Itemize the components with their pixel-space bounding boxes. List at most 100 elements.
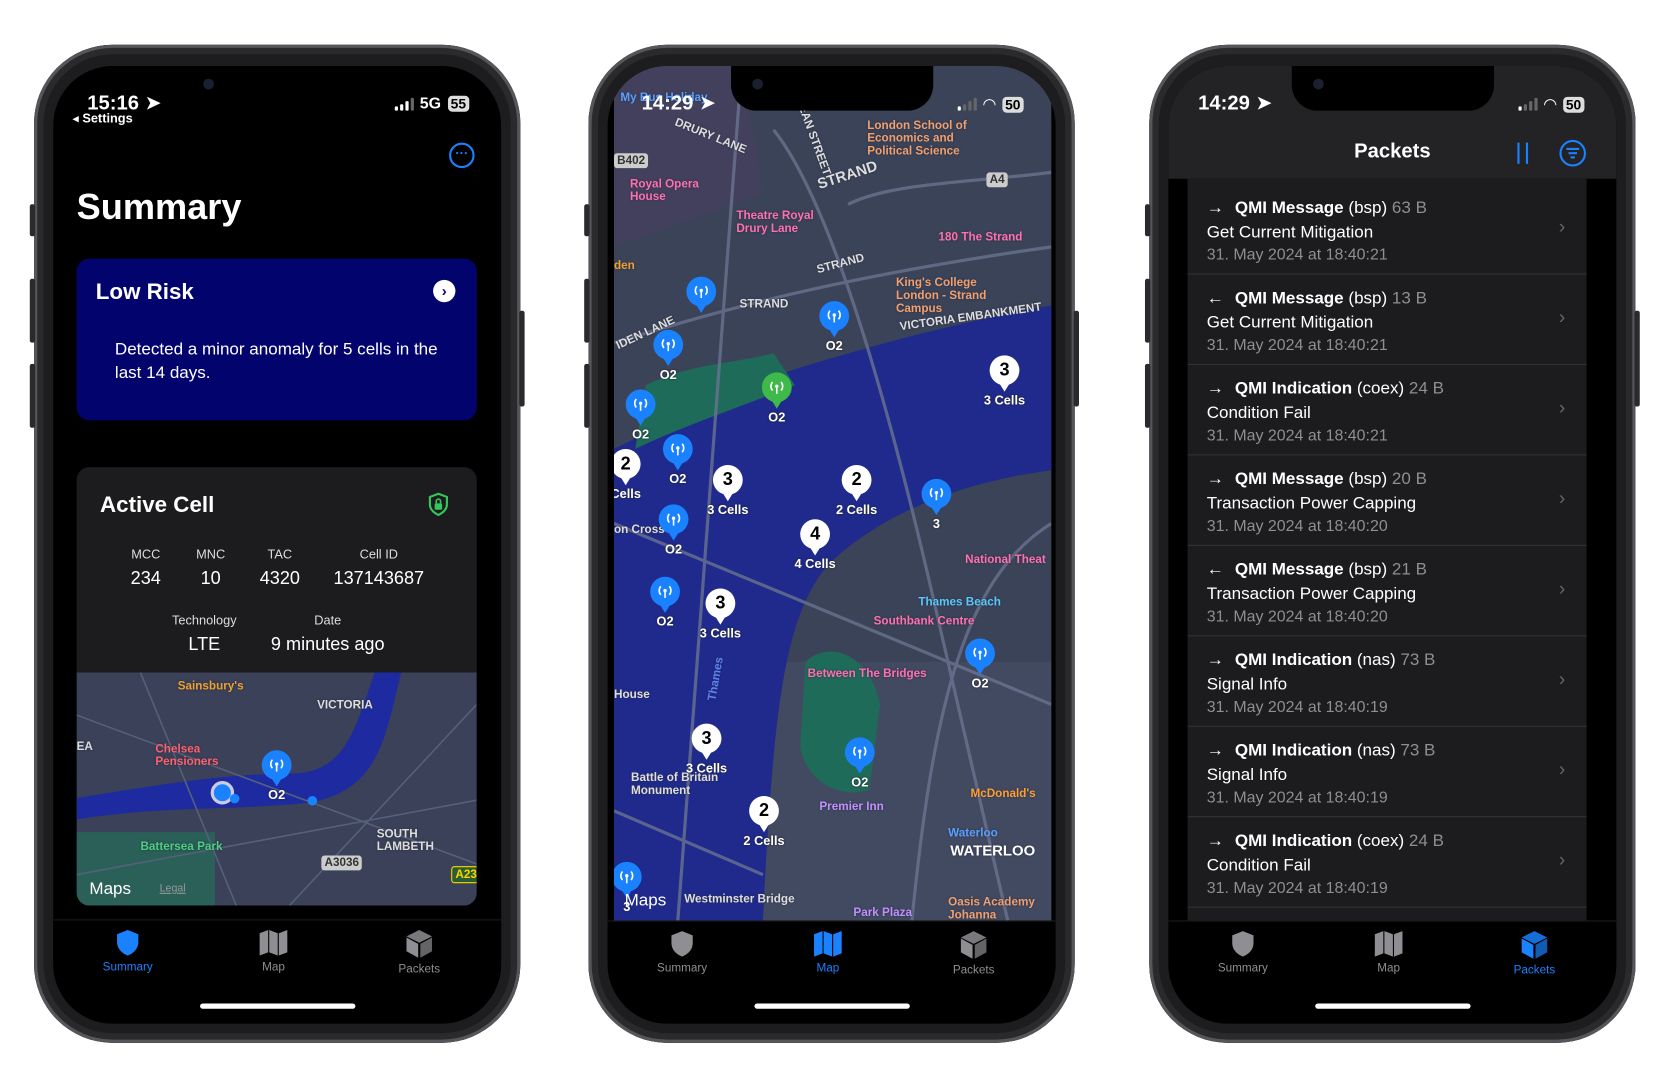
location-arrow-icon: ➤ — [1255, 92, 1273, 115]
arrow-right-icon: → — [1206, 651, 1224, 670]
cell-tower-pin[interactable]: O2 — [965, 638, 995, 691]
arrow-right-icon: → — [1206, 379, 1224, 398]
map-icon — [226, 929, 322, 957]
packet-row[interactable]: → QMI Indication (nas) 73 B Signal Info 31… — [1187, 727, 1587, 818]
cell-id-field: Cell ID 137143687 — [333, 546, 425, 589]
map-label: Premier Inn — [819, 800, 884, 813]
cell-tower-pin[interactable]: O2 — [819, 301, 850, 353]
cell-tower-pin[interactable] — [686, 276, 717, 315]
antenna-icon — [827, 310, 841, 323]
tab-summary[interactable]: Summary — [80, 929, 176, 974]
cell-tower-pin[interactable]: O2 — [844, 737, 875, 790]
chevron-right-icon: › — [1558, 758, 1566, 780]
tab-packets[interactable]: Packets — [1487, 930, 1583, 977]
cell-tower-pin[interactable]: O2 — [662, 434, 693, 486]
cell-cluster-pin[interactable]: 33 Cells — [700, 588, 741, 641]
package-icon — [371, 929, 467, 959]
packet-list[interactable]: → QMI Message (bsp) 63 B Get Current Miti… — [1187, 178, 1587, 924]
ellipsis-circle-icon[interactable]: ··· — [449, 142, 475, 169]
packet-row[interactable]: → QMI Message (bsp) 20 B Transaction Powe… — [1187, 455, 1587, 546]
map-label: A4 — [986, 172, 1008, 188]
cell-tower-pin[interactable]: O2 — [658, 504, 689, 557]
cell-tower-pin[interactable]: O2 — [653, 329, 684, 382]
cell-tower-pin[interactable]: O2 — [625, 389, 656, 442]
tab-map[interactable]: Map — [1341, 930, 1437, 975]
map-label: Between The Bridges — [807, 667, 927, 680]
map-label: McDonald's — [970, 787, 1036, 801]
battery-icon: 50 — [1562, 96, 1585, 113]
tab-label: Map — [262, 960, 285, 974]
pause-icon[interactable] — [1517, 142, 1529, 164]
cell-cluster-pin[interactable]: 44 Cells — [795, 519, 836, 571]
tab-label: Summary — [1217, 961, 1268, 975]
tab-summary[interactable]: Summary — [634, 930, 730, 975]
filter-circle-icon[interactable] — [1559, 139, 1587, 167]
packets-screen: Packets → QMI Message (bsp) 63 B Get Curr… — [1168, 65, 1617, 1024]
tab-label: Packets — [1513, 964, 1556, 977]
signal-icon — [394, 97, 414, 111]
date-field: Date 9 minutes ago — [270, 612, 385, 655]
road-shield: A3036 — [321, 855, 363, 871]
low-risk-card[interactable]: Low Risk › Detected a minor anomaly for … — [76, 258, 477, 421]
tab-packets[interactable]: Packets — [371, 929, 467, 976]
cell-cluster-pin[interactable]: 22 Cells — [836, 465, 877, 517]
battery-icon: 50 — [1001, 96, 1024, 113]
antenna-icon — [929, 487, 944, 501]
packet-row[interactable]: → QMI Message (bsp) 63 B Get Current Miti… — [1187, 184, 1587, 275]
signal-icon — [957, 97, 977, 111]
map-label: Westminster Bridge — [684, 892, 795, 906]
wifi-icon: ◠ — [1543, 95, 1557, 114]
map-label: Thames Beach — [918, 595, 1001, 609]
status-bar: 15:16 ➤ 5G 55 — [53, 92, 501, 118]
mnc-field: MNC 10 — [196, 546, 226, 589]
tac-field: TAC 4320 — [259, 546, 300, 589]
tab-packets[interactable]: Packets — [926, 930, 1022, 977]
cell-cluster-pin[interactable]: 33 Cells — [984, 355, 1025, 408]
packet-row[interactable]: → QMI Indication (coex) 24 B Condition Fa… — [1187, 365, 1587, 456]
map-label: STRAND — [739, 297, 789, 311]
packet-row[interactable]: → QMI Indication (nas) 73 B Signal Info 31… — [1187, 636, 1587, 727]
packet-row[interactable]: ← QMI Message (bsp) 21 B Transaction Powe… — [1187, 546, 1587, 637]
apple-maps-logo: Maps — [624, 891, 667, 910]
summary-screen: 15:16 ➤ 5G 55 ◂ Settings ··· Summary Low… — [53, 65, 502, 1024]
map-label: Chelsea Pensioners — [155, 742, 219, 769]
cell-cluster-pin[interactable]: 33 Cells — [707, 465, 748, 517]
map-icon — [780, 930, 876, 958]
phone-summary: 15:16 ➤ 5G 55 ◂ Settings ··· Summary Low… — [29, 44, 525, 1043]
mcc-field: MCC 234 — [130, 546, 161, 589]
tab-map[interactable]: Map — [780, 930, 876, 975]
map-screen: My Bus Holiday DRURY LANE KEAN STREET Londo… — [607, 65, 1056, 1024]
cell-tower-pin[interactable]: 3 — [921, 478, 952, 531]
cell-cluster-pin[interactable]: 2Cells — [613, 449, 641, 501]
chevron-right-icon: › — [1558, 396, 1566, 419]
arrow-right-icon: → — [1206, 832, 1224, 851]
risk-title: Low Risk — [95, 279, 194, 305]
map-label: den — [613, 259, 635, 273]
tab-summary[interactable]: Summary — [1195, 930, 1291, 975]
phone-packets: Packets → QMI Message (bsp) 63 B Get Curr… — [1144, 44, 1640, 1043]
map-label: Theatre Royal Drury Lane — [736, 209, 814, 236]
legal-link[interactable]: Legal — [160, 883, 186, 895]
packet-row[interactable]: ← QMI Message (bsp) 13 B Get Current Miti… — [1187, 275, 1587, 365]
arrow-left-icon: ← — [1206, 560, 1224, 579]
mini-map[interactable]: Sainsbury's VICTORIA EA Chelsea Pensione… — [76, 672, 477, 906]
packet-row[interactable]: → QMI Indication (coex) 24 B Condition Fa… — [1187, 817, 1587, 908]
active-cell-title: Active Cell — [100, 492, 215, 518]
tab-map[interactable]: Map — [226, 929, 322, 974]
cell-cluster-pin[interactable]: 33 Cells — [686, 723, 727, 776]
status-bar: 14:29 ➤ ◠ 50 — [608, 92, 1056, 118]
cell-tower-pin[interactable]: O2 — [261, 750, 292, 802]
active-cell-card[interactable]: Active Cell MCC 234 MNC 10 TAC 4320 Cell ID… — [76, 467, 477, 906]
map-label: Waterloo — [948, 826, 998, 840]
antenna-icon — [666, 513, 681, 526]
antenna-icon — [853, 746, 867, 759]
tab-label: Map — [1377, 961, 1401, 975]
cell-cluster-pin[interactable]: 22 Cells — [743, 795, 785, 848]
cell-tower-pin[interactable]: O2 — [650, 576, 680, 629]
map-label: National Theat — [965, 553, 1046, 567]
home-indicator — [753, 1003, 910, 1009]
cell-map[interactable]: My Bus Holiday DRURY LANE KEAN STREET Londo… — [613, 65, 1052, 921]
chevron-right-icon[interactable]: › — [433, 279, 456, 303]
map-label: Oasis Academy Johanna — [948, 895, 1035, 921]
cell-tower-pin[interactable]: O2 — [761, 372, 792, 425]
